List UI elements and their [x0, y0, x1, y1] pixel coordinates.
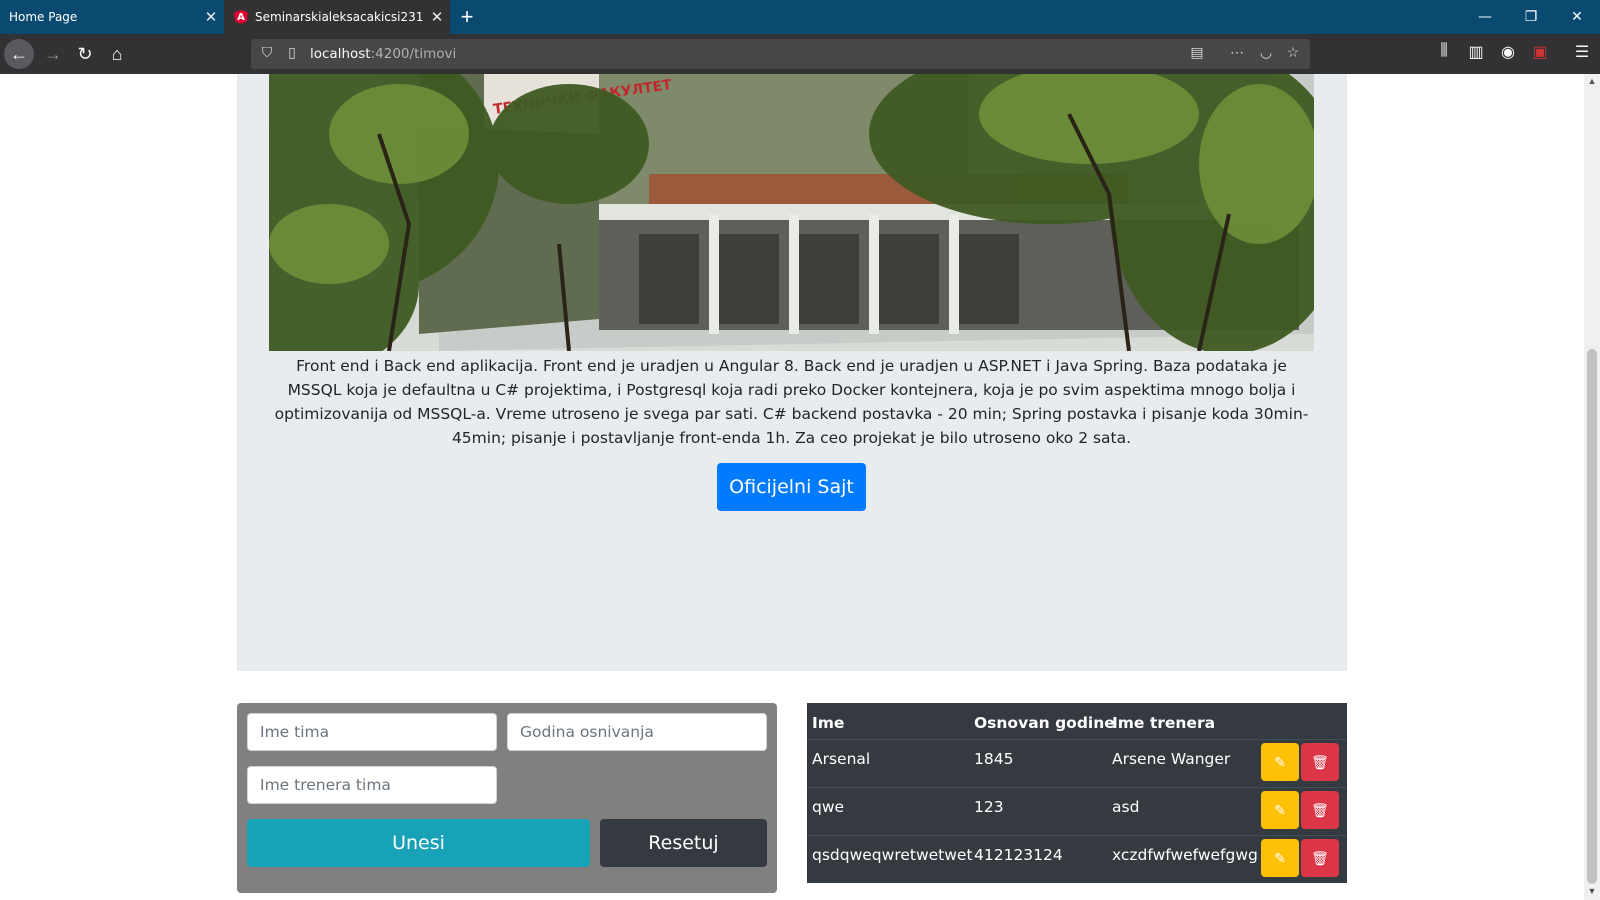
tab-strip: Home Page ✕ A Seminarskialeksacakicsi231… [0, 0, 1600, 34]
back-arrow-icon[interactable]: ← [4, 39, 34, 69]
delete-trash-icon[interactable]: 🗑 [1301, 839, 1339, 877]
header-coach: Ime trenera [1112, 714, 1216, 732]
row-divider [807, 787, 1347, 788]
menu-icon[interactable]: ☰ [1570, 42, 1594, 62]
close-icon[interactable]: ✕ [424, 8, 450, 26]
header-name: Ime [812, 714, 845, 732]
edit-pencil-icon[interactable]: ✎ [1261, 791, 1299, 829]
delete-trash-icon[interactable]: 🗑 [1301, 791, 1339, 829]
sidebar-icon[interactable]: ▥ [1464, 42, 1488, 62]
team-name-input[interactable]: Ime tima [247, 713, 497, 751]
scroll-up-icon[interactable]: ▲ [1584, 76, 1600, 86]
bookmark-star-icon[interactable]: ☆ [1283, 44, 1303, 61]
header-year: Osnovan godine [974, 714, 1115, 732]
tab-title: Seminarskialeksacakicsi2317front [255, 10, 424, 24]
minimize-icon[interactable]: — [1462, 0, 1508, 34]
page-icon[interactable]: ▯ [282, 44, 302, 61]
reader-view-icon[interactable]: ▤ [1187, 44, 1207, 61]
library-icon[interactable]: ⫼ [1432, 42, 1456, 60]
founding-year-input[interactable]: Godina osnivanja [507, 713, 767, 751]
restore-icon[interactable]: ❐ [1508, 0, 1554, 34]
coach-name-input[interactable]: Ime trenera tima [247, 766, 497, 804]
building-photo: ТЕХНИЧКИ ФАКУЛТЕТ [269, 74, 1314, 351]
row-divider [807, 739, 1347, 740]
delete-trash-icon[interactable]: 🗑 [1301, 743, 1339, 781]
cell-coach: Arsene Wanger [1112, 750, 1231, 768]
cell-name: qsdqweqwretwetwet [812, 846, 973, 864]
cell-year: 1845 [974, 750, 1014, 768]
cell-coach: xczdfwfwefwefgwg [1112, 846, 1258, 864]
angular-icon: A [234, 10, 248, 24]
teams-table: Ime Osnovan godine Ime trenera Arsenal 1… [807, 703, 1347, 883]
cell-name: qwe [812, 798, 845, 816]
url-bar[interactable]: ⛉ ▯ localhost:4200/timovi ▤ ⋯ ◡ ☆ [251, 39, 1310, 69]
close-icon[interactable]: ✕ [198, 8, 224, 26]
cell-coach: asd [1112, 798, 1140, 816]
jumbotron: ТЕХНИЧКИ ФАКУЛТЕТ [237, 74, 1347, 671]
extension-icon[interactable]: ▣ [1528, 42, 1552, 62]
team-form: Ime tima Godina osnivanja Ime trenera ti… [237, 703, 777, 893]
url-host: localhost [310, 46, 371, 62]
shield-icon[interactable]: ⛉ [257, 44, 277, 61]
submit-button[interactable]: Unesi [247, 819, 590, 867]
cell-year: 412123124 [974, 846, 1063, 864]
edit-pencil-icon[interactable]: ✎ [1261, 839, 1299, 877]
more-actions-icon[interactable]: ⋯ [1227, 44, 1247, 61]
navigation-toolbar: ← → ↻ ⌂ ⛉ ▯ localhost:4200/timovi ▤ ⋯ ◡ … [0, 34, 1600, 74]
row-divider [807, 835, 1347, 836]
tab-title: Home Page [9, 10, 78, 24]
faculty-building-image: ТЕХНИЧКИ ФАКУЛТЕТ [269, 74, 1314, 351]
forward-arrow-icon[interactable]: → [38, 39, 68, 69]
cell-name: Arsenal [812, 750, 871, 768]
reload-icon[interactable]: ↻ [70, 39, 100, 69]
home-icon[interactable]: ⌂ [102, 39, 132, 69]
cell-year: 123 [974, 798, 1004, 816]
new-tab-icon[interactable]: + [456, 4, 478, 30]
pocket-icon[interactable]: ◡ [1256, 44, 1276, 61]
tab-seminarski[interactable]: A Seminarskialeksacakicsi2317front ✕ [224, 0, 450, 34]
scroll-down-icon[interactable]: ▼ [1584, 886, 1600, 896]
vertical-scrollbar[interactable]: ▲ ▼ [1584, 74, 1600, 900]
window-close-icon[interactable]: ✕ [1554, 0, 1600, 34]
url-text[interactable]: localhost:4200/timovi [310, 46, 456, 62]
page-viewport: ТЕХНИЧКИ ФАКУЛТЕТ [0, 74, 1584, 900]
scrollbar-thumb[interactable] [1587, 349, 1597, 884]
project-description: Front end i Back end aplikacija. Front e… [274, 357, 1309, 447]
official-site-button[interactable]: Oficijelni Sajt [717, 463, 866, 511]
reset-button[interactable]: Resetuj [600, 819, 767, 867]
edit-pencil-icon[interactable]: ✎ [1261, 743, 1299, 781]
account-icon[interactable]: ◉ [1496, 42, 1520, 62]
tab-home-page[interactable]: Home Page ✕ [0, 0, 224, 34]
url-path: :4200/timovi [370, 46, 457, 62]
